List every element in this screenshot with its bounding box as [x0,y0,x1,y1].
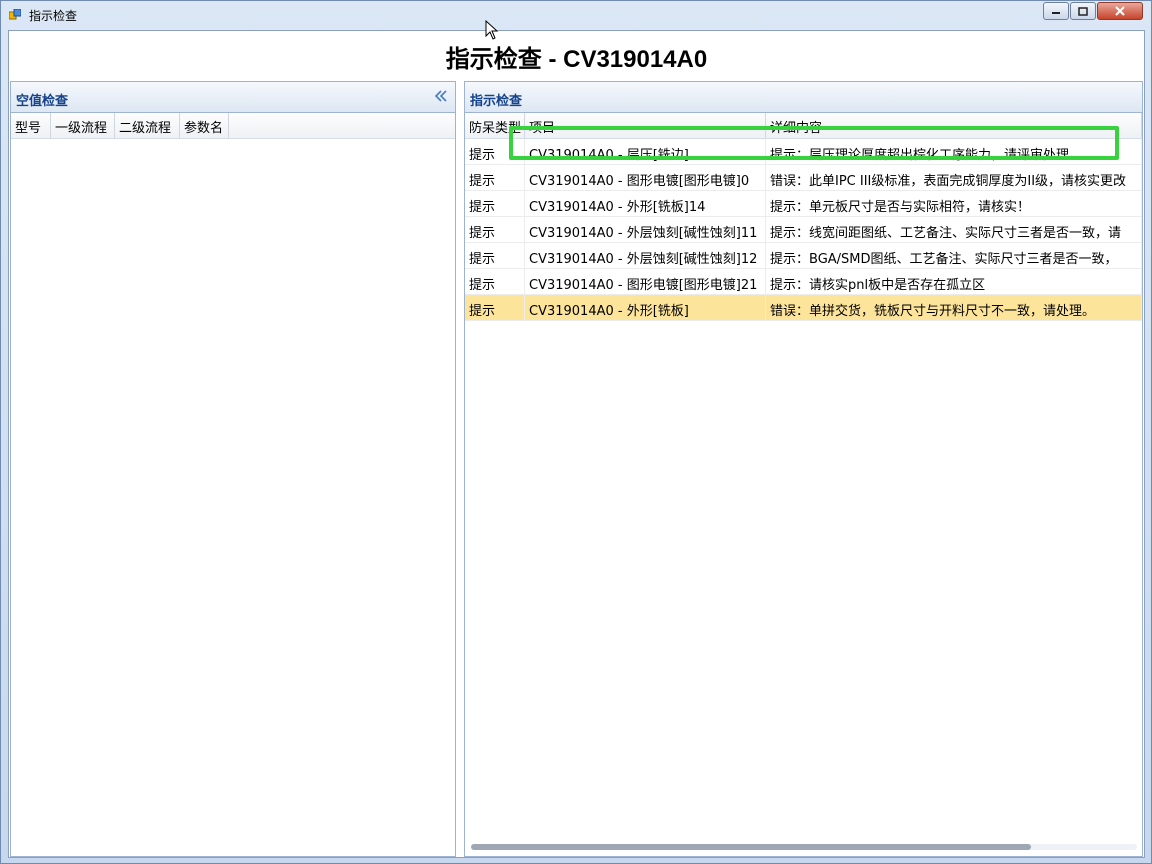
column-header-detail[interactable]: 详细内容 [766,113,1142,138]
instruction-check-panel-title: 指示检查 [470,94,523,109]
table-row[interactable]: 提示 CV319014A0 - 外层蚀刻[碱性蚀刻]11 提示：线宽间距图纸、工… [465,217,1142,243]
cell-detail: 提示：线宽间距图纸、工艺备注、实际尺寸三者是否一致，请 [766,217,1142,242]
minimize-icon [1052,12,1060,14]
cell-detail: 提示：BGA/SMD图纸、工艺备注、实际尺寸三者是否一致， [766,243,1142,268]
cell-type: 提示 [465,269,525,294]
instruction-check-panel-header: 指示检查 [465,82,1142,113]
cell-detail: 提示：请核实pnl板中是否存在孤立区 [766,269,1142,294]
cell-item: CV319014A0 - 外形[铣板]14 [525,191,766,216]
mouse-cursor-icon [485,20,499,40]
cell-type: 提示 [465,191,525,216]
column-header-model[interactable]: 型号 [11,113,51,138]
cell-detail: 错误：单拼交货，铣板尺寸与开料尺寸不一致，请处理。 [766,295,1142,320]
maximize-button[interactable] [1070,2,1096,20]
cell-item: CV319014A0 - 图形电镀[图形电镀]0 [525,165,766,190]
double-chevron-left-icon[interactable] [433,88,449,104]
table-row-selected[interactable]: 提示 CV319014A0 - 外形[铣板] 错误：单拼交货，铣板尺寸与开料尺寸… [465,295,1142,321]
window-title: 指示检查 [29,9,78,23]
null-check-panel-header: 空值检查 [11,82,455,113]
column-header-param-name[interactable]: 参数名 [180,113,229,138]
cell-type: 提示 [465,295,525,320]
cell-item: CV319014A0 - 外层蚀刻[碱性蚀刻]11 [525,217,766,242]
page-header: 指示检查 - CV319014A0 [9,31,1144,81]
column-header-level1-process[interactable]: 一级流程 [51,113,115,138]
column-header-item[interactable]: 项目 [525,113,766,138]
horizontal-scrollbar[interactable] [471,844,1137,850]
table-row[interactable]: 提示 CV319014A0 - 外层蚀刻[碱性蚀刻]12 提示：BGA/SMD图… [465,243,1142,269]
title-bar[interactable]: 指示检查 [1,1,1151,29]
cell-item: CV319014A0 - 外层蚀刻[碱性蚀刻]12 [525,243,766,268]
null-check-panel-title: 空值检查 [16,94,69,109]
cell-detail: 错误：此单IPC III级标准，表面完成铜厚度为II级，请核实更改 [766,165,1142,190]
minimize-button[interactable] [1043,2,1069,20]
cell-item: CV319014A0 - 图形电镀[图形电镀]21 [525,269,766,294]
cell-item: CV319014A0 - 外形[铣板] [525,295,766,320]
cell-item: CV319014A0 - 层压[铣边] [525,139,766,164]
client-area: 指示检查 - CV319014A0 空值检查 型号 一级流程 二级流程 参数名 … [8,30,1145,858]
cell-type: 提示 [465,217,525,242]
cell-type: 提示 [465,243,525,268]
cell-type: 提示 [465,139,525,164]
instruction-grid-header: 防呆类型 项目 详细内容 [465,113,1142,139]
cell-detail: 提示：单元板尺寸是否与实际相符，请核实！ [766,191,1142,216]
instruction-grid-body: 提示 CV319014A0 - 层压[铣边] 提示：层压理论厚度超出棕化工序能力… [465,139,1142,321]
cell-type: 提示 [465,165,525,190]
null-check-grid-header: 型号 一级流程 二级流程 参数名 [11,113,455,139]
null-check-panel: 空值检查 型号 一级流程 二级流程 参数名 [10,81,456,857]
close-button[interactable] [1097,2,1143,20]
page-title: 指示检查 - CV319014A0 [445,45,708,73]
column-header-level2-process[interactable]: 二级流程 [115,113,180,138]
table-row[interactable]: 提示 CV319014A0 - 图形电镀[图形电镀]0 错误：此单IPC III… [465,165,1142,191]
column-header-type[interactable]: 防呆类型 [465,113,525,138]
app-icon [9,9,21,20]
close-icon [1115,6,1125,16]
main-window: 指示检查 指示检查 - CV319014A0 空值检查 型号 一级流程 二级流程… [0,0,1152,864]
restore-icon [1078,6,1088,16]
scrollbar-thumb[interactable] [471,844,1031,850]
table-row[interactable]: 提示 CV319014A0 - 外形[铣板]14 提示：单元板尺寸是否与实际相符… [465,191,1142,217]
table-row[interactable]: 提示 CV319014A0 - 图形电镀[图形电镀]21 提示：请核实pnl板中… [465,269,1142,295]
cell-detail: 提示：层压理论厚度超出棕化工序能力，请评审处理。 [766,139,1142,164]
table-row[interactable]: 提示 CV319014A0 - 层压[铣边] 提示：层压理论厚度超出棕化工序能力… [465,139,1142,165]
instruction-check-panel: 指示检查 防呆类型 项目 详细内容 提示 CV319014A0 - 层压[铣边]… [464,81,1143,857]
